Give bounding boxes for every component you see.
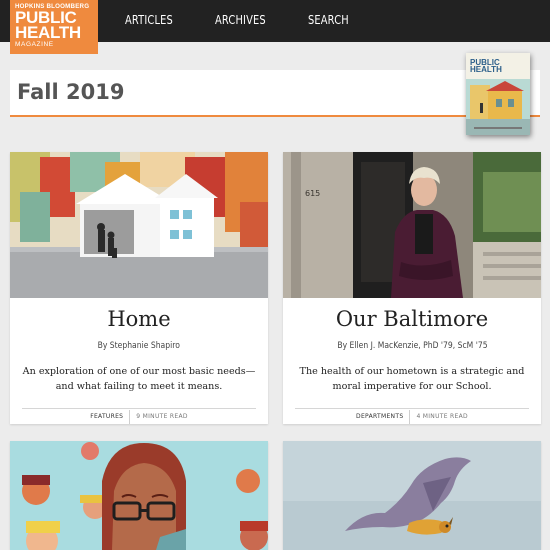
article-image-home[interactable] [10, 152, 268, 298]
article-card-4[interactable] [283, 441, 541, 550]
article-image-3[interactable] [10, 441, 268, 550]
article-section[interactable]: DEPARTMENTS [356, 413, 403, 420]
article-byline: By Ellen J. MacKenzie, PhD '79, ScM '75 [283, 341, 541, 351]
issue-cover-thumbnail[interactable]: PUBLIC HEALTH [466, 53, 530, 135]
article-section[interactable]: FEATURES [90, 413, 123, 420]
svg-text:615: 615 [305, 189, 320, 198]
article-title[interactable]: Our Baltimore [283, 307, 541, 331]
issue-title: Fall 2019 [17, 80, 125, 104]
article-image-our-baltimore[interactable]: 615 [283, 152, 541, 298]
article-card-home[interactable]: Home By Stephanie Shapiro An exploration… [10, 152, 268, 424]
baltimore-photo: 615 [283, 152, 541, 298]
article-byline: By Stephanie Shapiro [10, 341, 268, 351]
article-meta: FEATURES 9 MINUTE READ [22, 408, 256, 424]
home-illustration [10, 152, 268, 298]
article-description: The health of our hometown is a strategi… [299, 366, 525, 392]
article-description: An exploration of one of our most basic … [22, 366, 256, 392]
bat-photo [283, 441, 541, 550]
article-read-time: 9 MINUTE READ [136, 413, 188, 420]
article-title[interactable]: Home [10, 307, 268, 331]
nav-articles[interactable]: ARTICLES [125, 0, 173, 42]
logo-health: HEALTH [15, 23, 81, 42]
nav-search[interactable]: SEARCH [308, 0, 349, 42]
article-card-3[interactable] [10, 441, 268, 550]
article-byline-text: By Ellen J. MacKenzie, PhD '79, ScM '75 [336, 341, 488, 351]
article-byline-text: By Stephanie Shapiro [97, 341, 181, 351]
article-read-time: 4 MINUTE READ [416, 413, 468, 420]
logo-magazine: MAGAZINE [15, 41, 54, 48]
article-image-4[interactable] [283, 441, 541, 550]
article-card-our-baltimore[interactable]: 615 Our Baltimore By Ellen J. MacKenzie,… [283, 152, 541, 424]
meta-divider [129, 409, 131, 424]
cover-title: PUBLIC HEALTH [470, 58, 502, 74]
article-meta: DEPARTMENTS 4 MINUTE READ [295, 408, 529, 424]
meta-divider [409, 409, 411, 424]
nav-archives[interactable]: ARCHIVES [215, 0, 266, 42]
faces-illustration [10, 441, 268, 550]
site-logo[interactable]: HOPKINS BLOOMBERG PUBLIC HEALTH MAGAZINE [10, 0, 98, 54]
issue-header: Fall 2019 [10, 70, 540, 117]
